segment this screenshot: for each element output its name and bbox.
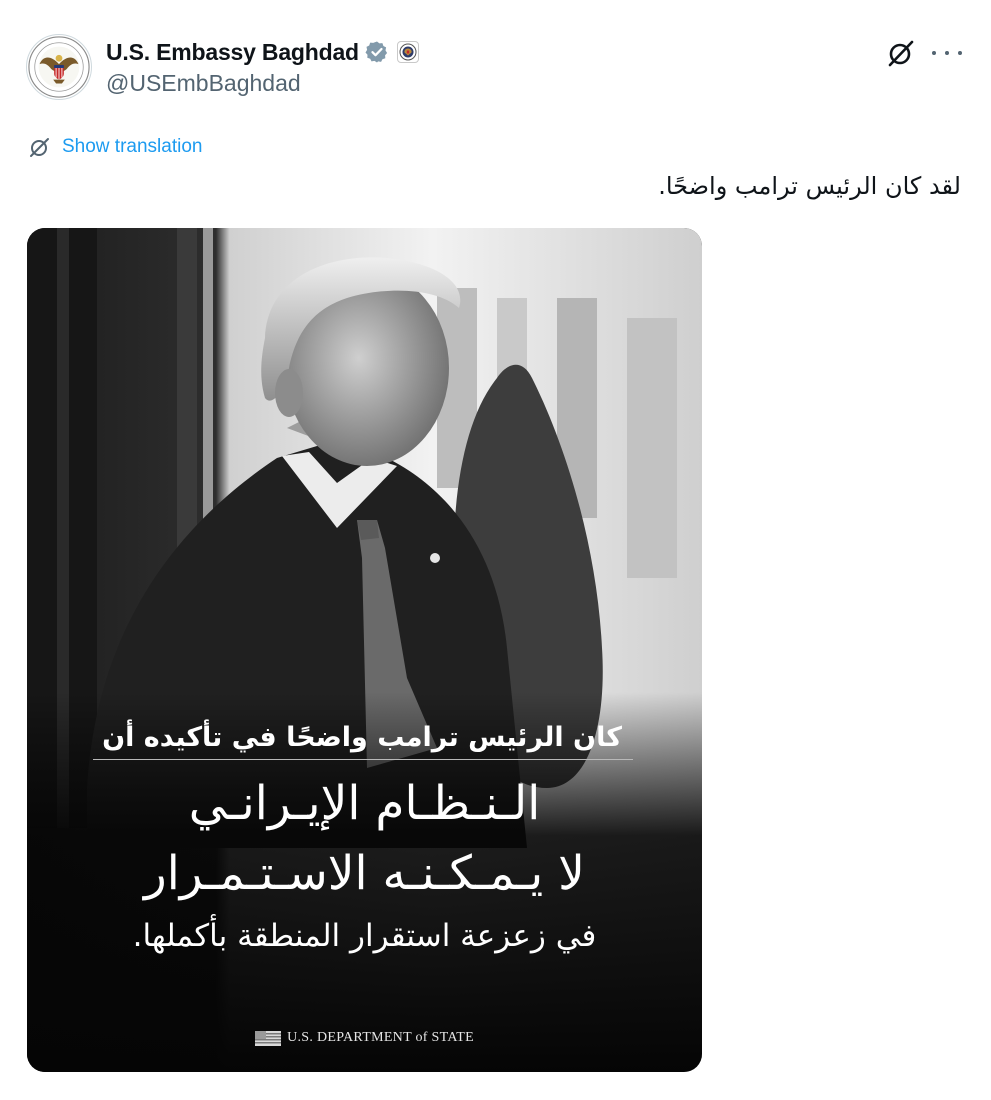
handle[interactable]: @USEmbBaghdad [106,70,419,97]
more-dot [945,51,949,55]
image-caption-line-1: كان الرئيس ترامب واضحًا في تأكيده أن [102,722,622,753]
embassy-seal-icon [28,36,90,98]
more-dot [958,51,962,55]
show-translation-button[interactable]: Show translation [28,135,202,159]
image-caption-line-2: الـنـظـام الإيـرانـي [188,776,541,831]
grok-translate-icon [28,135,52,159]
caption-divider [93,759,633,760]
grok-icon[interactable] [886,38,916,68]
us-flag-icon [255,1030,282,1046]
tweet[interactable]: U.S. Embassy Baghdad @USEmbBaghdad Show … [0,0,991,1100]
tweet-media-image[interactable]: كان الرئيس ترامب واضحًا في تأكيده أن الـ… [27,228,702,1072]
state-department-footer: U.S. DEPARTMENT of STATE [27,1030,702,1046]
avatar[interactable] [26,34,92,100]
display-name[interactable]: U.S. Embassy Baghdad [106,39,359,66]
more-dot [932,51,936,55]
state-department-seal-icon[interactable] [396,41,419,63]
image-caption-line-4: في زعزعة استقرار المنطقة بأكملها. [132,918,597,954]
image-caption-line-3: لا يـمـكـنـه الاسـتـمـرار [144,846,585,901]
show-translation-label[interactable]: Show translation [62,136,202,158]
verified-badge-icon[interactable] [365,40,389,64]
more-icon[interactable] [932,44,962,62]
state-department-label: U.S. DEPARTMENT of STATE [287,1030,474,1045]
image-caption-overlay: كان الرئيس ترامب واضحًا في تأكيده أن الـ… [27,228,702,1072]
tweet-text: لقد كان الرئيس ترامب واضحًا. [658,172,961,200]
author-block[interactable]: U.S. Embassy Baghdad @USEmbBaghdad [106,38,419,97]
